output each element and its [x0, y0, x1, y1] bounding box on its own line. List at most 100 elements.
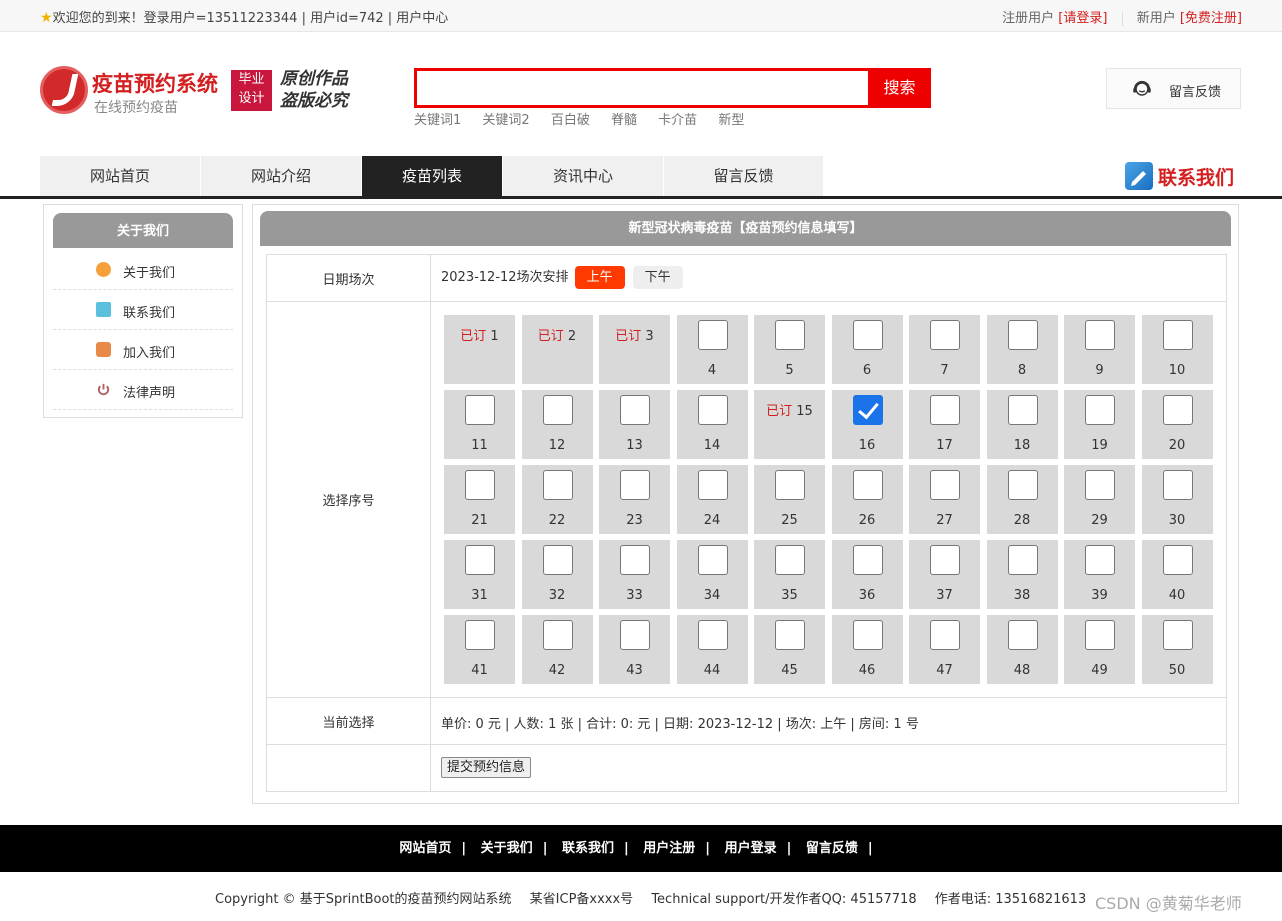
seat-checkbox[interactable] [697, 470, 728, 500]
seat-cell-9[interactable]: 9 [1064, 315, 1135, 384]
sidebar-item-join[interactable]: 加入我们 [53, 330, 233, 370]
seat-cell-26[interactable]: 26 [831, 465, 903, 534]
seat-checkbox[interactable] [1085, 470, 1115, 500]
seat-cell-22[interactable]: 22 [521, 465, 593, 534]
nav-item-news[interactable]: 资讯中心 [503, 156, 664, 196]
seat-cell-25[interactable]: 25 [754, 465, 825, 534]
search-input[interactable] [417, 71, 871, 105]
seat-checkbox[interactable] [465, 470, 495, 500]
seat-checkbox[interactable] [1085, 620, 1115, 650]
keyword-link[interactable]: 卡介苗 [658, 113, 697, 128]
seat-cell-49[interactable]: 49 [1064, 615, 1135, 684]
seat-cell-40[interactable]: 40 [1141, 540, 1213, 609]
seat-checkbox[interactable] [542, 545, 573, 575]
submit-booking-button[interactable]: 提交预约信息 [441, 757, 532, 778]
seat-checkbox[interactable] [852, 320, 883, 350]
seat-cell-45[interactable]: 45 [754, 615, 825, 684]
seat-cell-8[interactable]: 8 [986, 315, 1058, 384]
seat-checkbox[interactable] [1007, 620, 1038, 650]
seat-checkbox[interactable] [1162, 470, 1193, 500]
keyword-link[interactable]: 关键词2 [482, 113, 529, 128]
seat-checkbox[interactable] [852, 545, 883, 575]
footer-link-home[interactable]: 网站首页 [399, 841, 451, 856]
seat-cell-5[interactable]: 5 [754, 315, 825, 384]
seat-checkbox[interactable] [1007, 320, 1038, 350]
seat-checkbox[interactable] [620, 620, 650, 650]
seat-cell-28[interactable]: 28 [986, 465, 1058, 534]
search-button[interactable]: 搜索 [868, 68, 931, 108]
session-am-button[interactable]: 上午 [574, 266, 625, 289]
keyword-link[interactable]: 脊髓 [611, 113, 637, 128]
footer-link-login[interactable]: 用户登录 [725, 841, 777, 856]
seat-checkbox[interactable] [775, 320, 805, 350]
seat-checkbox[interactable] [775, 620, 805, 650]
seat-checkbox[interactable] [1162, 395, 1193, 425]
footer-link-register[interactable]: 用户注册 [643, 841, 695, 856]
seat-checkbox[interactable] [542, 395, 573, 425]
seat-cell-48[interactable]: 48 [986, 615, 1058, 684]
seat-cell-21[interactable]: 21 [444, 465, 515, 534]
seat-cell-42[interactable]: 42 [521, 615, 593, 684]
nav-item-feedback[interactable]: 留言反馈 [664, 156, 824, 196]
seat-cell-30[interactable]: 30 [1141, 465, 1213, 534]
seat-cell-23[interactable]: 23 [599, 465, 670, 534]
seat-checkbox[interactable] [697, 395, 728, 425]
seat-checkbox[interactable] [620, 395, 650, 425]
seat-cell-7[interactable]: 7 [909, 315, 980, 384]
seat-checkbox[interactable] [930, 395, 960, 425]
sidebar-item-legal[interactable]: 法律声明 [53, 370, 233, 410]
seat-cell-19[interactable]: 19 [1064, 390, 1135, 459]
seat-checkbox[interactable] [465, 395, 495, 425]
seat-cell-34[interactable]: 34 [676, 540, 748, 609]
seat-checkbox[interactable] [465, 620, 495, 650]
seat-checkbox[interactable] [697, 620, 728, 650]
seat-checkbox[interactable] [852, 620, 883, 650]
seat-cell-10[interactable]: 10 [1141, 315, 1213, 384]
seat-checkbox[interactable] [775, 470, 805, 500]
seat-cell-14[interactable]: 14 [676, 390, 748, 459]
nav-item-home[interactable]: 网站首页 [40, 156, 201, 196]
seat-cell-27[interactable]: 27 [909, 465, 980, 534]
site-logo[interactable]: 疫苗预约系统 在线预约疫苗 毕业 设计 原创作品 盗版必究 [40, 66, 370, 120]
feedback-button[interactable]: 留言反馈 [1106, 68, 1241, 109]
seat-cell-36[interactable]: 36 [831, 540, 903, 609]
seat-checkbox[interactable] [620, 470, 650, 500]
login-link[interactable]: [请登录] [1058, 11, 1107, 26]
seat-cell-29[interactable]: 29 [1064, 465, 1135, 534]
seat-cell-31[interactable]: 31 [444, 540, 515, 609]
nav-item-intro[interactable]: 网站介绍 [201, 156, 362, 196]
seat-cell-24[interactable]: 24 [676, 465, 748, 534]
keyword-link[interactable]: 新型 [718, 113, 744, 128]
seat-checkbox[interactable] [620, 545, 650, 575]
seat-checkbox[interactable] [1085, 320, 1115, 350]
seat-cell-43[interactable]: 43 [599, 615, 670, 684]
signup-link[interactable]: [免费注册] [1180, 11, 1242, 26]
footer-link-contact[interactable]: 联系我们 [562, 841, 614, 856]
seat-checkbox[interactable] [1007, 470, 1038, 500]
nav-item-vaccine-list[interactable]: 疫苗列表 [362, 156, 503, 196]
keyword-link[interactable]: 百白破 [551, 113, 590, 128]
seat-cell-35[interactable]: 35 [754, 540, 825, 609]
session-pm-button[interactable]: 下午 [632, 266, 683, 289]
seat-checkbox[interactable] [1007, 545, 1038, 575]
footer-link-about[interactable]: 关于我们 [481, 841, 533, 856]
seat-checkbox[interactable] [1085, 545, 1115, 575]
seat-checkbox[interactable] [465, 545, 495, 575]
seat-checkbox[interactable] [930, 320, 960, 350]
seat-cell-16[interactable]: 16 [831, 390, 903, 459]
seat-checkbox[interactable] [1162, 320, 1193, 350]
seat-cell-46[interactable]: 46 [831, 615, 903, 684]
seat-cell-6[interactable]: 6 [831, 315, 903, 384]
seat-cell-37[interactable]: 37 [909, 540, 980, 609]
seat-cell-12[interactable]: 12 [521, 390, 593, 459]
seat-checkbox[interactable] [930, 470, 960, 500]
footer-link-feedback[interactable]: 留言反馈 [806, 841, 858, 856]
sidebar-item-contact[interactable]: 联系我们 [53, 290, 233, 330]
seat-cell-17[interactable]: 17 [909, 390, 980, 459]
seat-checkbox-checked[interactable] [852, 395, 883, 425]
seat-cell-20[interactable]: 20 [1141, 390, 1213, 459]
seat-checkbox[interactable] [930, 620, 960, 650]
seat-cell-4[interactable]: 4 [676, 315, 748, 384]
seat-checkbox[interactable] [775, 545, 805, 575]
seat-cell-11[interactable]: 11 [444, 390, 515, 459]
